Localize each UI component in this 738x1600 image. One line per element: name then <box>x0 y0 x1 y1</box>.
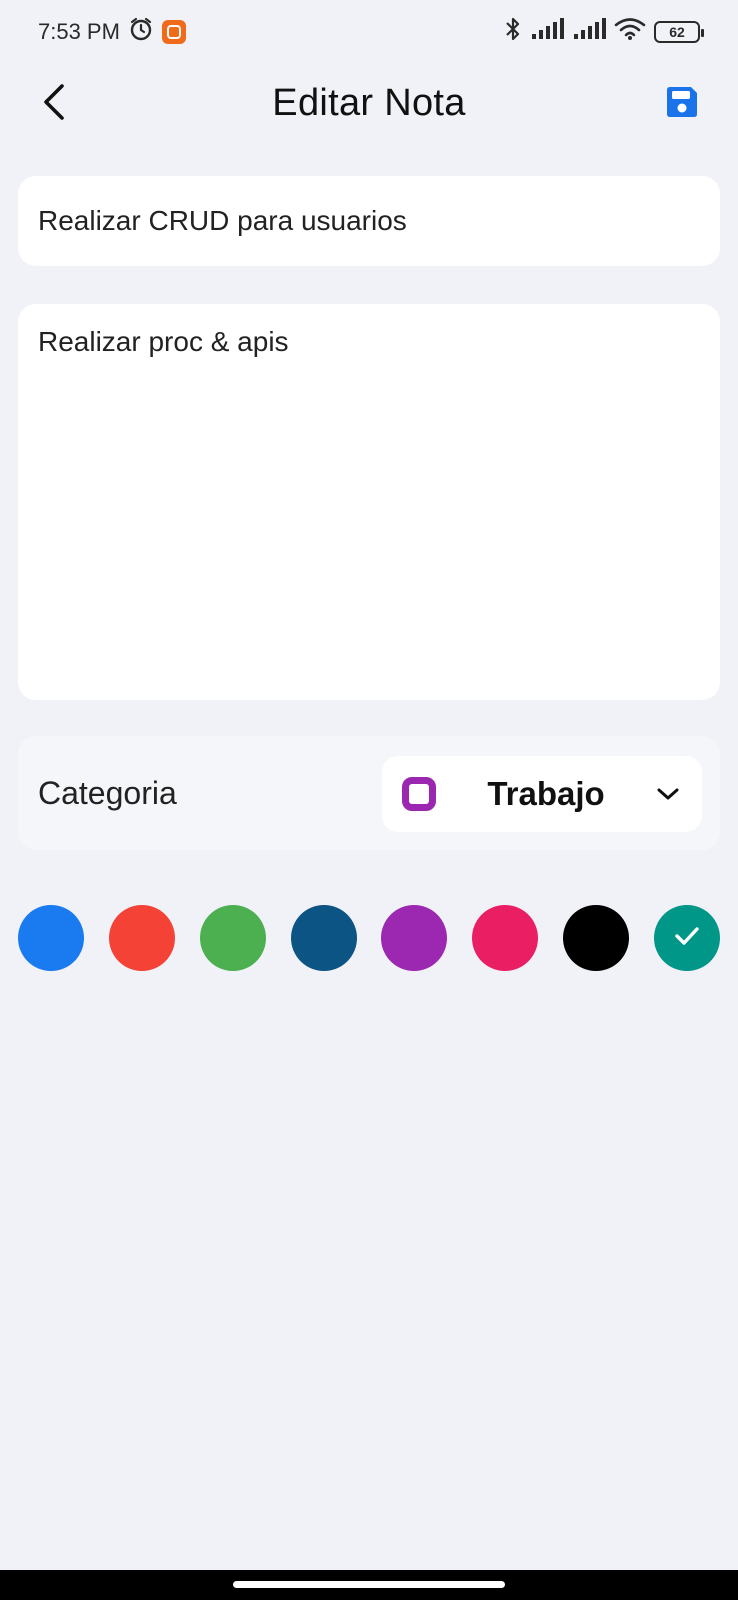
signal-icon-2 <box>572 18 606 46</box>
note-body-input[interactable]: Realizar proc & apis <box>18 304 720 700</box>
check-icon <box>670 919 704 958</box>
home-indicator[interactable] <box>233 1581 505 1588</box>
color-swatch[interactable] <box>199 905 266 971</box>
note-title-value: Realizar CRUD para usuarios <box>38 205 407 236</box>
color-swatch[interactable] <box>108 905 175 971</box>
color-picker <box>18 905 720 971</box>
alarm-icon <box>128 16 154 48</box>
status-right: 62 <box>504 16 704 48</box>
status-bar: 7:53 PM 62 <box>0 0 738 64</box>
note-body-value: Realizar proc & apis <box>38 326 289 357</box>
page-title: Editar Nota <box>272 82 466 124</box>
battery-level: 62 <box>669 24 685 40</box>
system-nav-bar <box>0 1570 738 1600</box>
save-button[interactable] <box>662 84 702 124</box>
color-swatch[interactable] <box>381 905 448 971</box>
color-swatch[interactable] <box>563 905 630 971</box>
app-header: Editar Nota <box>0 64 738 144</box>
category-row: Categoria Trabajo <box>18 736 720 850</box>
color-swatch[interactable] <box>654 905 720 971</box>
chevron-down-icon <box>656 782 680 806</box>
note-title-input[interactable]: Realizar CRUD para usuarios <box>18 176 720 266</box>
save-icon <box>664 84 700 125</box>
battery-icon: 62 <box>654 21 704 43</box>
status-time: 7:53 PM <box>38 19 120 44</box>
category-label: Categoria <box>38 774 177 811</box>
signal-icon <box>530 18 564 46</box>
wifi-icon <box>614 17 646 47</box>
category-color-icon <box>402 777 436 811</box>
status-left: 7:53 PM <box>38 16 186 48</box>
color-swatch[interactable] <box>18 905 84 971</box>
color-swatch[interactable] <box>472 905 539 971</box>
category-selected-value: Trabajo <box>487 775 605 812</box>
color-swatch[interactable] <box>290 905 357 971</box>
mi-app-icon <box>161 20 186 44</box>
category-dropdown[interactable]: Trabajo <box>382 756 702 832</box>
bluetooth-icon <box>504 16 522 48</box>
